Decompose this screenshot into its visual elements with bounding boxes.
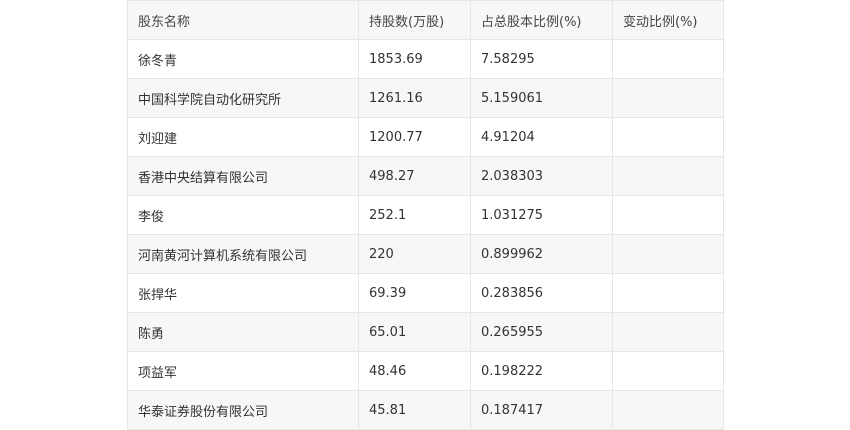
cell-change-ratio — [612, 234, 724, 274]
cell-shares-held: 65.01 — [358, 312, 471, 352]
header-share-ratio: 占总股本比例(%) — [470, 0, 613, 40]
cell-share-ratio: 0.283856 — [470, 273, 613, 313]
cell-shares-held: 69.39 — [358, 273, 471, 313]
header-change-ratio: 变动比例(%) — [612, 0, 724, 40]
cell-share-ratio: 2.038303 — [470, 156, 613, 196]
header-shares-held: 持股数(万股) — [358, 0, 471, 40]
cell-share-ratio: 7.58295 — [470, 39, 613, 79]
table-row: 刘迎建 1200.77 4.91204 — [127, 117, 724, 157]
cell-shareholder-name: 徐冬青 — [127, 39, 359, 79]
cell-shares-held: 1261.16 — [358, 78, 471, 118]
cell-change-ratio — [612, 312, 724, 352]
cell-change-ratio — [612, 117, 724, 157]
cell-share-ratio: 0.187417 — [470, 390, 613, 430]
table-row: 陈勇 65.01 0.265955 — [127, 312, 724, 352]
cell-shareholder-name: 陈勇 — [127, 312, 359, 352]
header-row: 股东名称 持股数(万股) 占总股本比例(%) 变动比例(%) — [127, 0, 724, 40]
table-row: 河南黄河计算机系统有限公司 220 0.899962 — [127, 234, 724, 274]
cell-shareholder-name: 张捍华 — [127, 273, 359, 313]
header-shareholder-name: 股东名称 — [127, 0, 359, 40]
cell-shares-held: 498.27 — [358, 156, 471, 196]
table-body: 徐冬青 1853.69 7.58295 中国科学院自动化研究所 1261.16 … — [127, 39, 724, 430]
cell-shareholder-name: 李俊 — [127, 195, 359, 235]
cell-change-ratio — [612, 195, 724, 235]
cell-shares-held: 48.46 — [358, 351, 471, 391]
cell-shareholder-name: 华泰证券股份有限公司 — [127, 390, 359, 430]
cell-change-ratio — [612, 351, 724, 391]
cell-shareholder-name: 项益军 — [127, 351, 359, 391]
cell-shareholder-name: 刘迎建 — [127, 117, 359, 157]
cell-shareholder-name: 河南黄河计算机系统有限公司 — [127, 234, 359, 274]
cell-change-ratio — [612, 273, 724, 313]
cell-share-ratio: 5.159061 — [470, 78, 613, 118]
cell-shareholder-name: 香港中央结算有限公司 — [127, 156, 359, 196]
cell-share-ratio: 0.899962 — [470, 234, 613, 274]
cell-shareholder-name: 中国科学院自动化研究所 — [127, 78, 359, 118]
cell-change-ratio — [612, 78, 724, 118]
table-row: 香港中央结算有限公司 498.27 2.038303 — [127, 156, 724, 196]
cell-shares-held: 220 — [358, 234, 471, 274]
cell-share-ratio: 1.031275 — [470, 195, 613, 235]
table-row: 中国科学院自动化研究所 1261.16 5.159061 — [127, 78, 724, 118]
table-row: 张捍华 69.39 0.283856 — [127, 273, 724, 313]
cell-shares-held: 252.1 — [358, 195, 471, 235]
table-row: 项益军 48.46 0.198222 — [127, 351, 724, 391]
table-row: 徐冬青 1853.69 7.58295 — [127, 39, 724, 79]
cell-change-ratio — [612, 390, 724, 430]
cell-shares-held: 1200.77 — [358, 117, 471, 157]
cell-share-ratio: 0.265955 — [470, 312, 613, 352]
cell-shares-held: 1853.69 — [358, 39, 471, 79]
table-row: 华泰证券股份有限公司 45.81 0.187417 — [127, 390, 724, 430]
cell-change-ratio — [612, 39, 724, 79]
table-row: 李俊 252.1 1.031275 — [127, 195, 724, 235]
shareholder-table-container: 股东名称 持股数(万股) 占总股本比例(%) 变动比例(%) 徐冬青 1853.… — [127, 0, 724, 430]
cell-share-ratio: 4.91204 — [470, 117, 613, 157]
cell-change-ratio — [612, 156, 724, 196]
cell-share-ratio: 0.198222 — [470, 351, 613, 391]
cell-shares-held: 45.81 — [358, 390, 471, 430]
table-header: 股东名称 持股数(万股) 占总股本比例(%) 变动比例(%) — [127, 0, 724, 40]
shareholder-table: 股东名称 持股数(万股) 占总股本比例(%) 变动比例(%) 徐冬青 1853.… — [127, 0, 724, 430]
